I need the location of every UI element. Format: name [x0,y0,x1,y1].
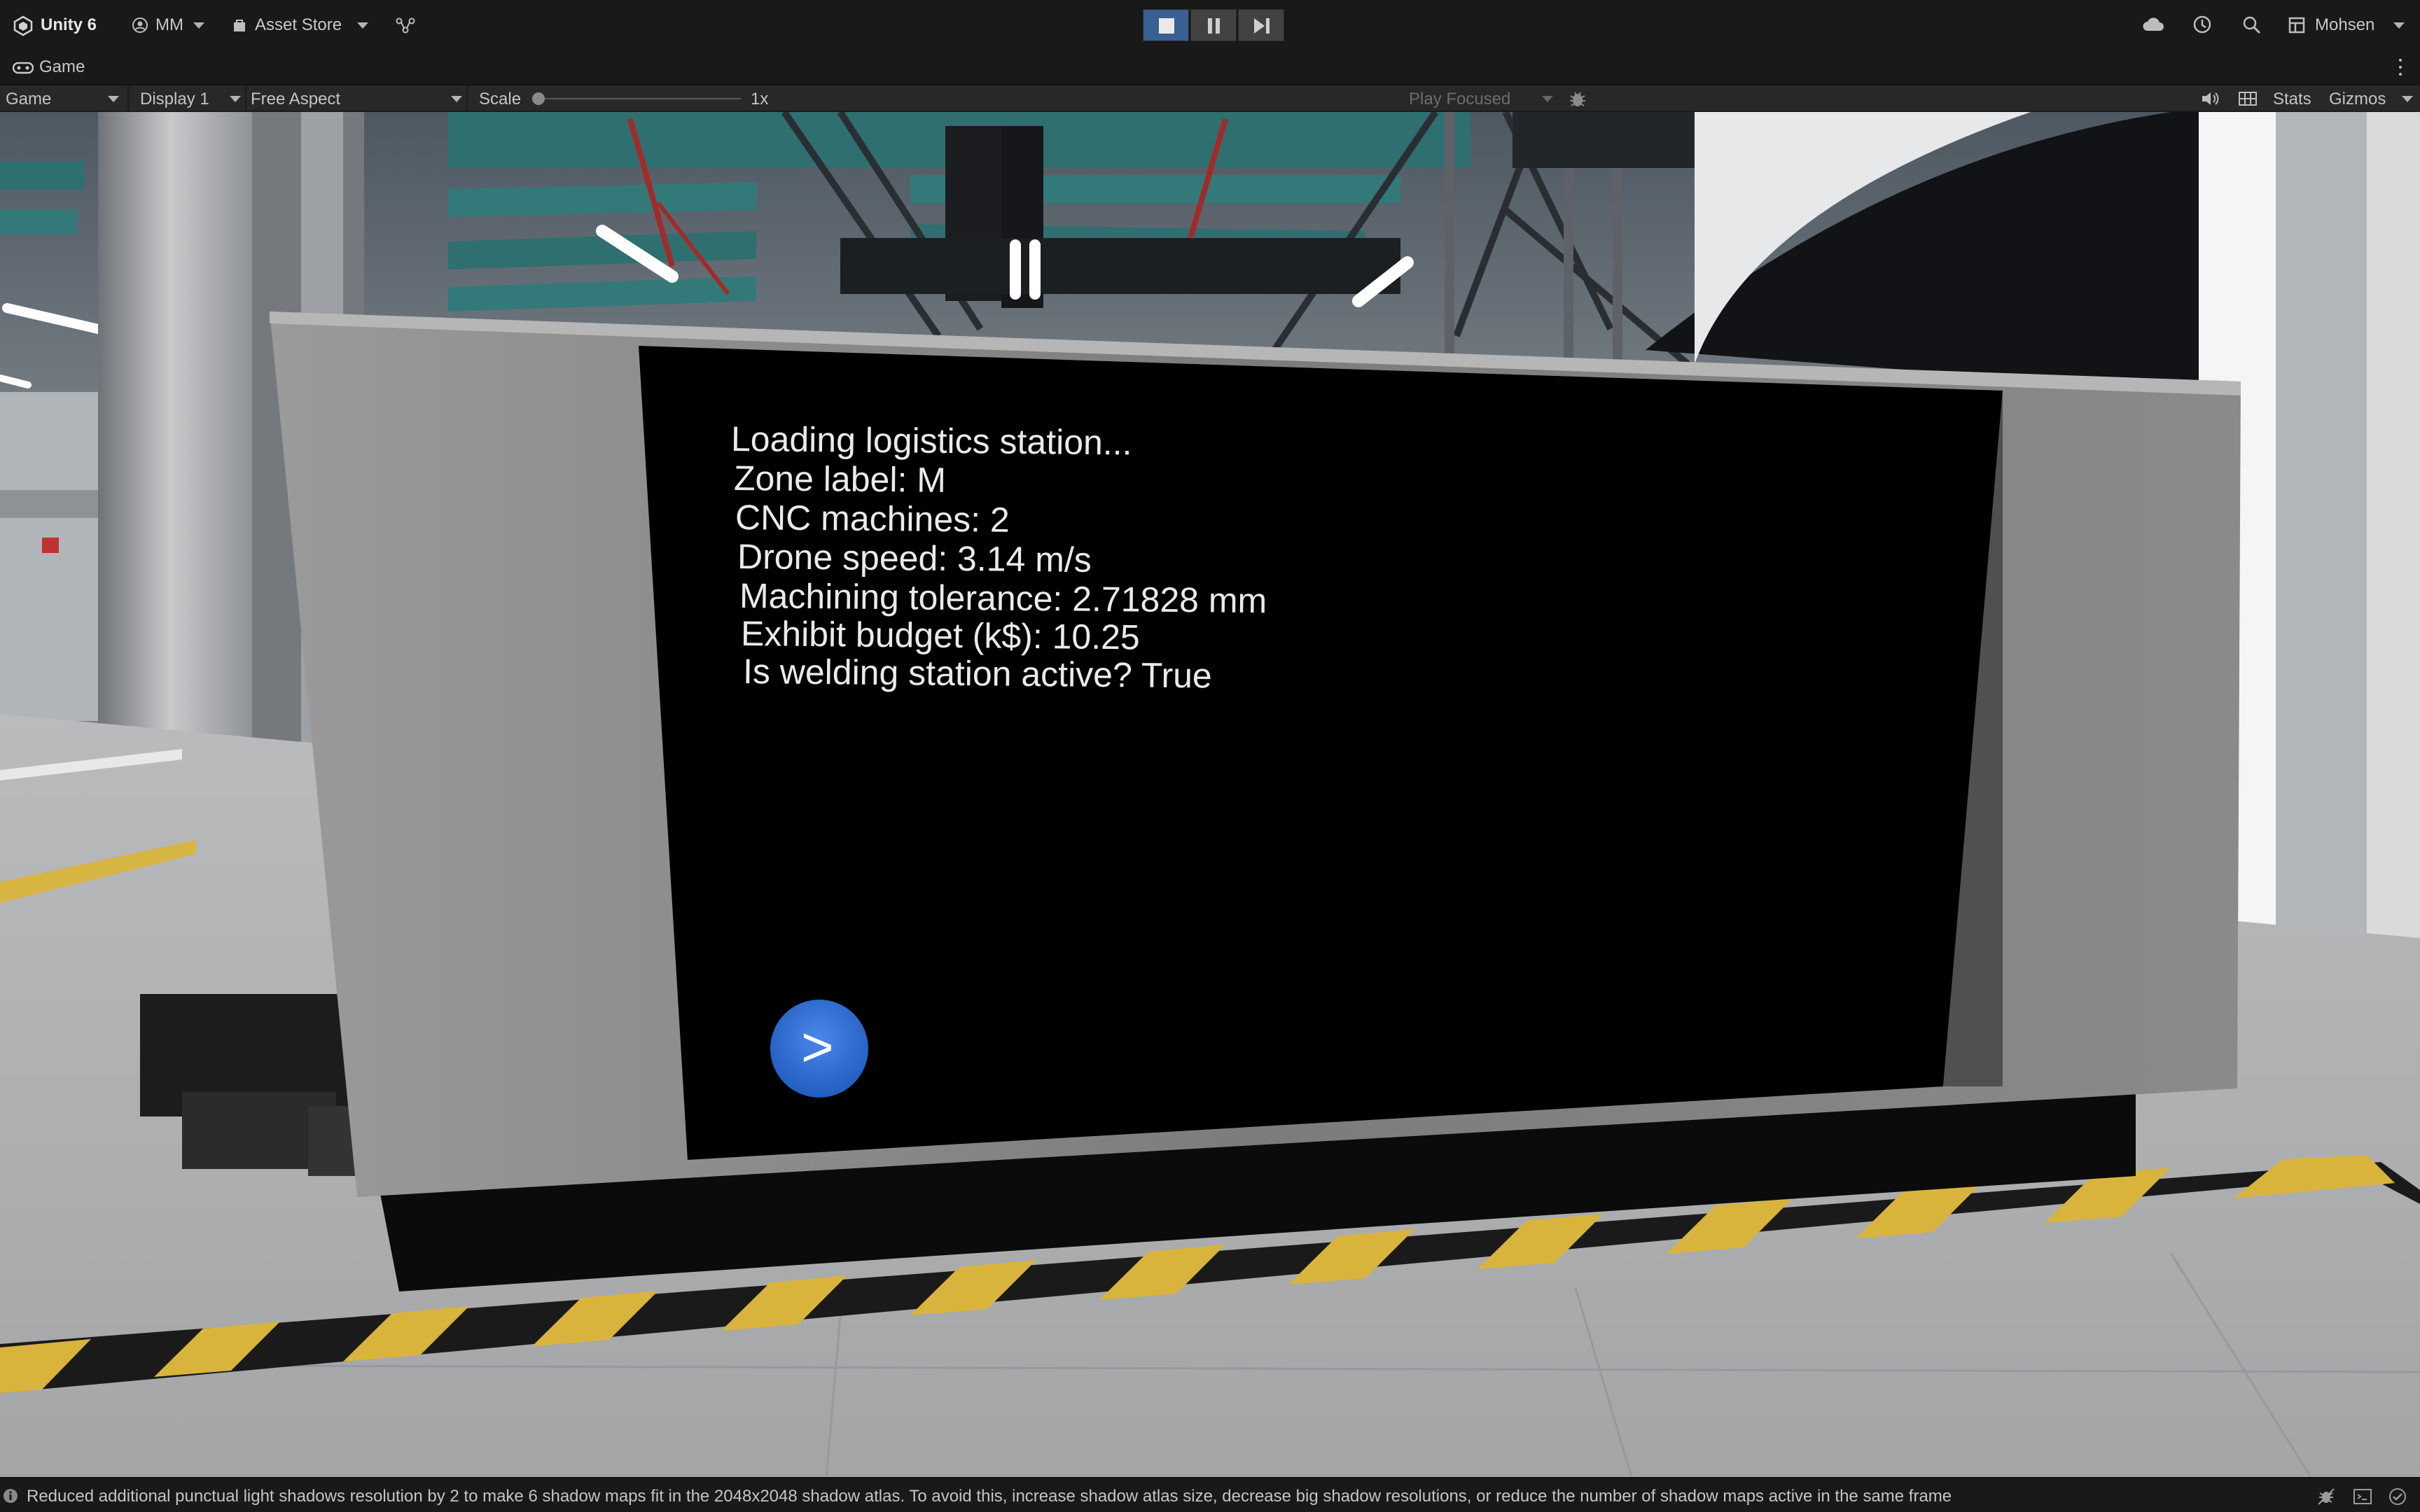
version-control-icon[interactable] [395,15,416,35]
screen-text: Loading logistics station... Zone label:… [731,419,1431,811]
tab-game-label: Game [39,57,85,76]
step-icon [1254,18,1270,34]
game-viewport[interactable]: Loading logistics station... Zone label:… [0,112,2420,1477]
user-label: Mohsen [2315,15,2375,34]
bug-icon[interactable] [1567,90,1588,108]
next-button-label: > [801,1016,834,1078]
screen-line-1: Loading logistics station... [730,419,1132,463]
aspect-dropdown[interactable]: Free Aspect [248,85,465,112]
status-message[interactable]: Reduced additional punctual light shadow… [27,1487,1952,1506]
scale-slider-thumb[interactable] [532,92,545,105]
chevron-down-icon [451,96,462,102]
scale-slider[interactable] [532,92,742,105]
layout-icon [2288,17,2305,34]
asset-store-label: Asset Store [255,15,342,34]
gizmos-dropdown[interactable]: Gizmos [2329,85,2420,112]
chevron-down-icon [2393,22,2405,29]
account-dropdown[interactable]: MM [129,13,207,38]
aspect-label: Free Aspect [251,90,341,108]
search-icon[interactable] [2242,15,2262,35]
account-label: MM [155,15,183,34]
asset-store-dropdown[interactable]: Asset Store [230,13,377,38]
chevron-down-icon [193,22,204,29]
check-icon[interactable] [2388,1487,2407,1506]
scale-value: 1x [751,90,769,108]
screen-line-4: Drone speed: 3.14 m/s [737,537,1092,580]
tab-game[interactable]: Game [0,50,105,85]
chevron-down-icon [230,96,241,102]
debug-icon[interactable] [2316,1487,2336,1506]
tab-options-menu[interactable] [2393,57,2407,78]
stop-square-icon [1159,18,1174,34]
play-mode-dropdown[interactable]: Play Focused [1400,85,1555,112]
game-view-toolbar: Game Display 1 Free Aspect Scale 1x Play… [0,85,2420,112]
scale-slider-track [538,98,741,99]
display-label: Display 1 [140,90,209,108]
view-mode-dropdown[interactable]: Game [0,85,126,112]
play-mode-label: Play Focused [1409,90,1511,108]
chevron-down-icon [2402,96,2413,102]
console-icon[interactable] [2353,1487,2372,1506]
screen-line-3: CNC machines: 2 [735,498,1010,540]
layout-dropdown[interactable]: Mohsen [2288,13,2412,38]
chevron-down-icon [1542,96,1553,102]
stats-toggle[interactable]: Stats [2273,90,2311,109]
gamepad-icon [13,62,34,74]
cloud-icon[interactable] [2141,15,2165,34]
user-icon [132,18,148,33]
screen-line-2: Zone label: M [733,458,947,500]
grid-icon[interactable] [2238,91,2258,106]
display-dropdown[interactable]: Display 1 [130,85,244,112]
view-mode-label: Game [6,90,52,108]
main-toolbar: Unity 6 MM Asset Store Mohsen [0,0,2420,50]
info-icon [4,1489,18,1503]
scale-label: Scale [479,90,522,108]
unity-logo-icon [13,15,33,36]
pause-button[interactable] [1190,9,1237,41]
status-bar: Reduced additional punctual light shadow… [0,1477,2420,1512]
history-icon[interactable] [2192,14,2213,35]
play-button[interactable] [1143,9,1189,41]
gizmos-label: Gizmos [2329,90,2386,108]
next-button[interactable]: > [770,1000,868,1098]
unity-menu[interactable]: Unity 6 [10,13,101,38]
bag-icon [234,20,245,31]
audio-icon[interactable] [2200,90,2220,107]
chevron-down-icon [108,96,119,102]
screen-line-7: Is welding station active? True [742,652,1213,696]
chevron-down-icon [357,22,368,29]
pause-icon [1206,18,1222,34]
app-title: Unity 6 [41,15,97,34]
editor-tab-bar: Game [0,50,2420,85]
step-button[interactable] [1238,9,1284,41]
